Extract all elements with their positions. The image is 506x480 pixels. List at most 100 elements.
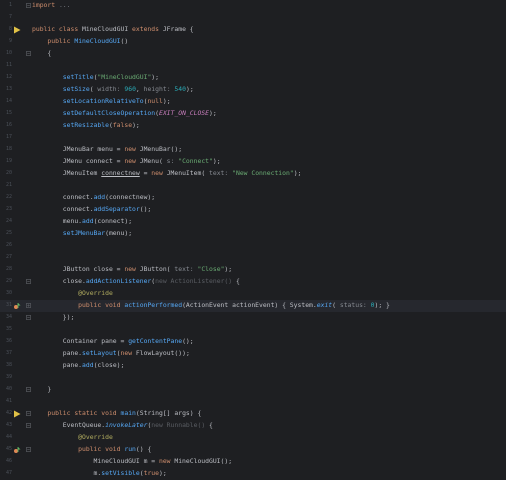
code-line[interactable]: 37 pane.setLayout(new FlowLayout());	[0, 348, 506, 360]
code-line[interactable]: 24 menu.add(connect);	[0, 216, 506, 228]
code-line[interactable]: 8 public class MineCloudGUI extends JFra…	[0, 24, 506, 36]
fold-marker-icon[interactable]	[26, 51, 31, 56]
line-number: 17	[5, 134, 12, 140]
line-number: 15	[5, 110, 12, 116]
fold-marker-icon[interactable]	[26, 315, 31, 320]
fold-marker-icon[interactable]	[26, 3, 31, 8]
fold-marker-icon[interactable]	[26, 279, 31, 284]
line-number: 22	[5, 194, 12, 200]
code-line[interactable]: 29 close.addActionListener(new ActionLis…	[0, 276, 506, 288]
code-line[interactable]: 13 setSize( width: 960, height: 540);	[0, 84, 506, 96]
run-gutter-icon[interactable]	[13, 410, 21, 418]
code-line[interactable]: 27	[0, 252, 506, 264]
code-line[interactable]: 25 setJMenuBar(menu);	[0, 228, 506, 240]
code-line[interactable]: 28 JButton close = new JButton( text: "C…	[0, 264, 506, 276]
code-line[interactable]: 11	[0, 60, 506, 72]
line-number: 42	[5, 410, 12, 416]
fold-marker-icon[interactable]	[26, 423, 31, 428]
code-line[interactable]: 20 JMenuItem connectnew = new JMenuItem(…	[0, 168, 506, 180]
code-line[interactable]: 41	[0, 396, 506, 408]
line-number: 38	[5, 362, 12, 368]
line-number: 8	[8, 26, 12, 32]
code-line[interactable]: 1 import ...	[0, 0, 506, 12]
code-line[interactable]: 17	[0, 132, 506, 144]
code-text: connect.addSeparator();	[32, 205, 152, 213]
line-number: 16	[5, 122, 12, 128]
code-text: menu.add(connect);	[32, 217, 133, 225]
override-gutter-icon[interactable]	[13, 446, 21, 454]
code-line[interactable]: 18 JMenuBar menu = new JMenuBar();	[0, 144, 506, 156]
code-line[interactable]: 9 public MineCloudGUI()	[0, 36, 506, 48]
line-number: 44	[5, 434, 12, 440]
code-text: close.addActionListener(new ActionListen…	[32, 277, 240, 285]
code-text: JMenuBar menu = new JMenuBar();	[32, 145, 183, 153]
code-text: setTitle("MineCloudGUI");	[62, 73, 159, 81]
code-line-current[interactable]: 31 public void actionPerformed(ActionEve…	[0, 300, 506, 312]
line-number: 14	[5, 98, 12, 104]
code-line[interactable]: 42 public static void main(String[] args…	[0, 408, 506, 420]
code-line[interactable]: 38 pane.add(close);	[0, 360, 506, 372]
code-text: setResizable(false);	[62, 121, 140, 129]
code-text: @Override	[78, 433, 113, 441]
line-number: 11	[5, 62, 12, 68]
line-number: 27	[5, 254, 12, 260]
code-line[interactable]: 16 setResizable(false);	[0, 120, 506, 132]
code-line[interactable]: 36 Container pane = getContentPane();	[0, 336, 506, 348]
line-number: 7	[8, 14, 12, 20]
code-text: });	[32, 313, 75, 321]
line-number: 46	[5, 458, 12, 464]
code-line[interactable]: 7	[0, 12, 506, 24]
line-number: 25	[5, 230, 12, 236]
code-line[interactable]: 21	[0, 180, 506, 192]
code-line[interactable]: 43 EventQueue.invokeLater(new Runnable()…	[0, 420, 506, 432]
line-number: 19	[5, 158, 12, 164]
code-line[interactable]: 46 MineCloudGUI m = new MineCloudGUI();	[0, 456, 506, 468]
fold-marker-icon[interactable]	[26, 387, 31, 392]
code-line[interactable]: 12 setTitle("MineCloudGUI");	[0, 72, 506, 84]
line-number: 39	[5, 374, 12, 380]
code-line[interactable]: 22 connect.add(connectnew);	[0, 192, 506, 204]
code-line[interactable]: 30 @Override	[0, 288, 506, 300]
code-text: public MineCloudGUI()	[47, 37, 129, 45]
line-number: 28	[5, 266, 12, 272]
fold-marker-icon[interactable]	[26, 411, 31, 416]
code-line[interactable]: 40 }	[0, 384, 506, 396]
line-number: 41	[5, 398, 12, 404]
code-line[interactable]: 23 connect.addSeparator();	[0, 204, 506, 216]
code-text: m.setVisible(true);	[32, 469, 167, 477]
line-number: 40	[5, 386, 12, 392]
line-number: 36	[5, 338, 12, 344]
code-line[interactable]: 26	[0, 240, 506, 252]
fold-marker-icon[interactable]	[26, 447, 31, 452]
line-number: 20	[5, 170, 12, 176]
code-text: {	[32, 49, 52, 57]
code-line[interactable]: 47 m.setVisible(true);	[0, 468, 506, 480]
line-number: 12	[5, 74, 12, 80]
line-number: 18	[5, 146, 12, 152]
line-number: 13	[5, 86, 12, 92]
code-text: public class MineCloudGUI extends JFrame…	[32, 25, 194, 33]
line-number: 1	[8, 2, 12, 8]
code-line[interactable]: 19 JMenu connect = new JMenu( s: "Connec…	[0, 156, 506, 168]
line-number: 29	[5, 278, 12, 284]
code-editor[interactable]: 1 import ... 7 8 public class MineCloudG…	[0, 0, 506, 479]
code-line[interactable]: 14 setLocationRelativeTo(null);	[0, 96, 506, 108]
code-line[interactable]: 10 {	[0, 48, 506, 60]
override-gutter-icon[interactable]	[13, 302, 21, 310]
line-number: 23	[5, 206, 12, 212]
run-gutter-icon[interactable]	[13, 26, 21, 34]
line-number: 30	[5, 290, 12, 296]
line-number: 26	[5, 242, 12, 248]
code-line[interactable]: 35	[0, 324, 506, 336]
code-line[interactable]: 39	[0, 372, 506, 384]
code-text: public void run() {	[78, 445, 152, 453]
fold-marker-icon[interactable]	[26, 303, 31, 308]
code-line[interactable]: 45 public void run() {	[0, 444, 506, 456]
code-text: setJMenuBar(menu);	[62, 229, 133, 237]
code-text: setSize( width: 960, height: 540);	[62, 85, 194, 93]
code-line[interactable]: 34 });	[0, 312, 506, 324]
line-number: 45	[5, 446, 12, 452]
code-text: JMenuItem connectnew = new JMenuItem( te…	[32, 169, 302, 177]
code-line[interactable]: 15 setDefaultCloseOperation(EXIT_ON_CLOS…	[0, 108, 506, 120]
code-line[interactable]: 44 @Override	[0, 432, 506, 444]
